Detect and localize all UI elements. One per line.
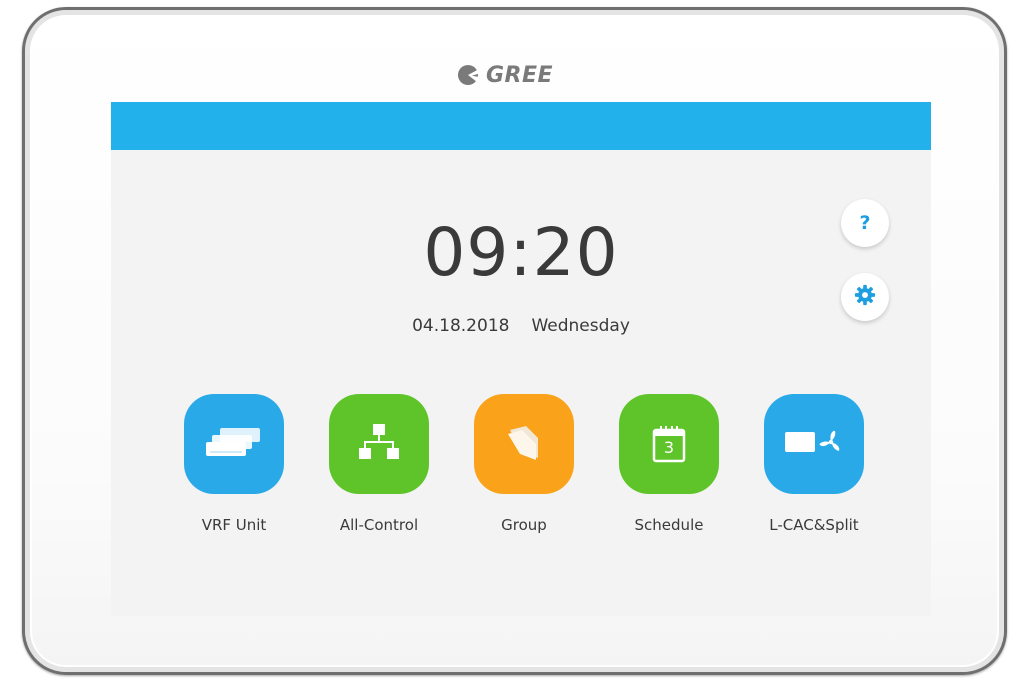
date-value: 04.18.2018 bbox=[412, 316, 510, 336]
weekday-value: Wednesday bbox=[531, 316, 630, 336]
controller-device: GREE 09:20 04.18.2018 Wednesday ? VRF Un… bbox=[22, 7, 1007, 675]
gree-logo-icon bbox=[457, 64, 481, 86]
indoor-units-icon bbox=[202, 422, 266, 467]
tile-vrf-unit[interactable] bbox=[184, 394, 284, 494]
network-hierarchy-icon bbox=[356, 422, 402, 467]
clock-time: 09:20 bbox=[423, 214, 619, 291]
help-button[interactable]: ? bbox=[841, 199, 889, 247]
tile-label-vrf-unit: VRF Unit bbox=[201, 516, 267, 534]
touch-screen: 09:20 04.18.2018 Wednesday ? VRF Unit Al… bbox=[111, 102, 931, 616]
gear-icon bbox=[854, 284, 876, 311]
brand-name: GREE bbox=[486, 62, 554, 88]
tile-group[interactable] bbox=[474, 394, 574, 494]
calendar-day: 3 bbox=[663, 438, 675, 457]
calendar-icon: 3 bbox=[652, 425, 686, 463]
tile-label-l-cac-split: L-CAC&Split bbox=[769, 516, 859, 534]
tile-label-all-control: All-Control bbox=[339, 516, 419, 534]
tile-label-schedule: Schedule bbox=[634, 516, 704, 534]
folder-icon bbox=[504, 422, 544, 467]
question-icon: ? bbox=[859, 212, 871, 234]
date-display: 04.18.2018 Wednesday bbox=[111, 316, 931, 336]
settings-button[interactable] bbox=[841, 273, 889, 321]
tile-label-group: Group bbox=[501, 516, 547, 534]
brand-logo: GREE bbox=[457, 62, 553, 88]
tile-all-control[interactable] bbox=[329, 394, 429, 494]
split-ac-fan-icon bbox=[783, 422, 845, 467]
tile-l-cac-split[interactable] bbox=[764, 394, 864, 494]
tile-schedule[interactable]: 3 bbox=[619, 394, 719, 494]
header-bar bbox=[111, 102, 931, 150]
